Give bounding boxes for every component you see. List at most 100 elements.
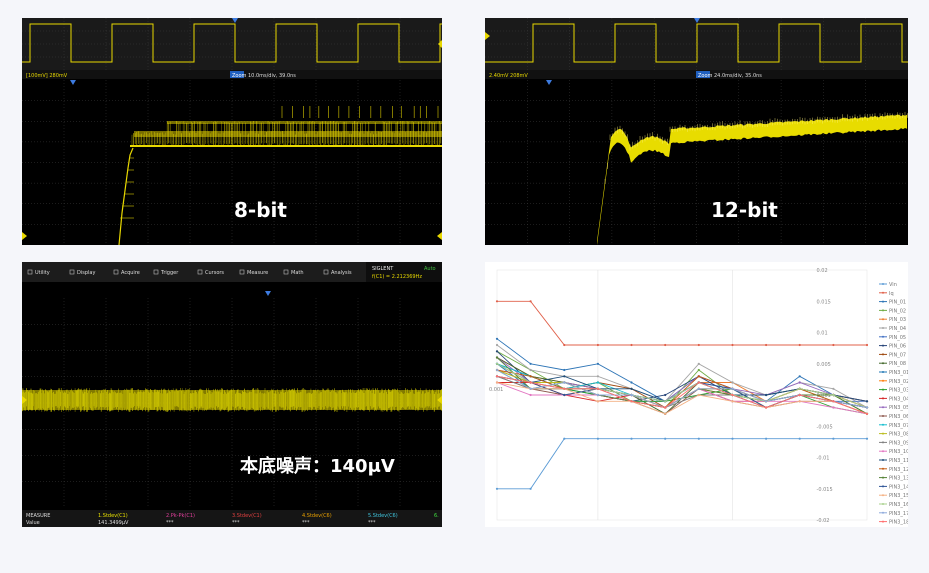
legend-item-pin_05[interactable]: PIN_05 [879,335,906,341]
bit-depth-label: 8-bit [234,198,287,222]
measure-column-4[interactable]: 4.Stdev(C6) [302,513,332,519]
legend-item-pin3_16[interactable]: PIN3_16 [879,502,908,508]
legend-label: PIN_07 [889,352,906,358]
y-tick-label: 0.01 [817,331,828,337]
legend-marker [882,388,884,391]
legend-label: PIN3_05 [889,405,908,411]
legend-label: PIN3_18 [889,520,908,526]
legend-item-pin_04[interactable]: PIN_04 [879,326,906,332]
data-point [495,362,499,365]
menu-item-label: Measure [247,270,268,276]
data-point [563,437,566,440]
legend-label: PIN3_02 [889,379,908,385]
legend-item-pin_08[interactable]: PIN_08 [879,361,906,367]
measure-column-3[interactable]: 3.Stdev(C1) [232,513,262,519]
legend-item-pin3_08[interactable]: PIN3_08 [879,432,908,438]
trigger-mode: Auto [424,266,436,272]
measure-value-4: *** [302,520,310,526]
y-tick-label: 0.015 [817,299,831,305]
legend-marker [882,450,884,453]
legend-label: PIN3_10 [889,449,908,455]
legend-item-pin_07[interactable]: PIN_07 [879,352,906,358]
legend-item-pin_03[interactable]: PIN_03 [879,317,906,323]
data-point [596,362,599,365]
legend-label: PIN3_03 [889,388,908,394]
legend-item-pin3_04[interactable]: PIN3_04 [879,396,908,402]
brand-name: SIGLENT [372,266,394,272]
legend-item-pin3_18[interactable]: PIN3_18 [879,520,908,526]
legend-item-pin_02[interactable]: PIN_02 [879,308,906,314]
legend-item-pin3_15[interactable]: PIN3_15 [879,493,908,499]
scope-12bit-panel: 2.40mV 208mV Zoom 24.0ms/div, 35.0ns 12-… [485,18,908,245]
frequency-readout: f(C1) = 2.212369Hz [372,274,422,280]
legend-item-pin3_13[interactable]: PIN3_13 [879,476,908,482]
legend-item-pin3_03[interactable]: PIN3_03 [879,388,908,394]
series-pin_04 [495,343,869,409]
legend-item-pin3_07[interactable]: PIN3_07 [879,423,908,429]
legend-label: PIN3_01 [889,370,908,376]
data-point [630,381,633,384]
data-point [798,437,801,440]
data-point [664,412,667,415]
data-point [495,300,499,303]
legend-marker [882,335,884,338]
data-point [529,300,532,303]
data-point [495,381,499,384]
y-tick-label: -0.005 [817,424,833,430]
data-point [865,406,869,409]
data-point [865,412,869,415]
data-point [765,400,768,403]
data-point [495,337,499,340]
legend-item-pin3_01[interactable]: PIN3_01 [879,370,908,376]
data-point [865,437,869,440]
data-point [529,368,532,372]
legend-item-iq[interactable]: Iq [879,291,894,297]
legend-marker [882,467,884,470]
zoom-label: Zoom [232,73,247,79]
y-tick-label: 0.005 [817,362,831,368]
menu-item-label: Cursors [205,270,224,276]
channel-marker-icon [22,232,27,240]
data-point [596,381,599,384]
menu-item-label: Analysis [331,270,352,276]
measure-column-5[interactable]: 5.Stdev(C6) [368,513,398,519]
legend-item-pin3_06[interactable]: PIN3_06 [879,414,908,420]
y-value-label: 0.001 [489,387,503,393]
legend-item-pin_01[interactable]: PIN_01 [879,300,906,306]
measure-column-6[interactable]: 6. [434,513,439,519]
pin-deviation-chart: 0.02 0.015 0.01 0.005 0.001 -0.005 -0.01 -0.015… [485,262,908,527]
measure-column-1[interactable]: 1.Stdev(C1) [98,513,128,519]
timebase-readout: 24.0ms/div, 35.0ns [714,73,762,79]
data-point [529,381,532,384]
series-line [497,438,867,490]
legend-item-pin3_09[interactable]: PIN3_09 [879,440,908,446]
legend-item-pin3_17[interactable]: PIN3_17 [879,511,908,517]
data-point [697,387,700,390]
data-point [664,400,667,403]
legend-item-pin3_12[interactable]: PIN3_12 [879,467,908,473]
legend-marker [882,503,884,505]
legend-item-pin3_11[interactable]: PIN3_11 [879,458,908,464]
zoom-trigger-marker-icon [546,80,552,85]
y-tick-label: -0.01 [817,456,830,462]
waveform-12bit [597,111,908,245]
data-point [495,350,499,353]
measure-column-2[interactable]: 2.Pk-Pk(C1) [166,513,195,519]
legend-label: PIN3_08 [889,432,908,438]
legend-label: PIN3_11 [889,458,908,464]
legend-item-pin_06[interactable]: PIN_06 [879,344,906,350]
legend-item-vin[interactable]: Vin [879,282,897,288]
legend-item-pin3_02[interactable]: PIN3_02 [879,379,908,385]
data-point [596,393,599,397]
y-tick-label: -0.02 [817,518,830,524]
data-point [731,393,734,397]
measure-value-5: *** [368,520,376,526]
data-point [832,343,835,347]
legend-label: PIN_01 [889,300,906,306]
legend-marker [882,494,884,497]
legend-item-pin3_10[interactable]: PIN3_10 [879,449,908,455]
legend-label: PIN_05 [889,335,906,341]
legend-item-pin3_05[interactable]: PIN3_05 [879,405,908,411]
data-point [495,487,499,490]
legend-item-pin3_14[interactable]: PIN3_14 [879,484,908,490]
